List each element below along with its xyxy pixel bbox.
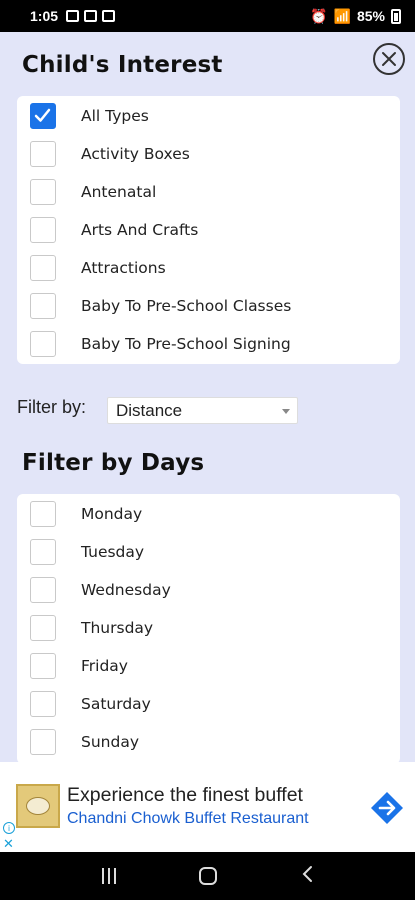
- checkbox[interactable]: [30, 217, 56, 243]
- day-item-thursday[interactable]: Thursday: [17, 609, 400, 647]
- interest-label: Baby To Pre-School Classes: [81, 297, 292, 315]
- interest-item-all-types[interactable]: All Types: [17, 97, 400, 135]
- back-icon[interactable]: [300, 865, 314, 887]
- interest-label: Arts And Crafts: [81, 221, 199, 239]
- wifi-icon: 📶: [333, 7, 351, 24]
- home-icon[interactable]: [198, 867, 217, 885]
- status-right: ⏰ 📶 85%: [310, 8, 401, 25]
- battery-percent: 85%: [356, 8, 385, 24]
- dropdown-caret-icon: [282, 409, 290, 414]
- ad-close-icon[interactable]: ✕: [3, 836, 14, 852]
- battery-icon: [391, 8, 401, 24]
- day-item-friday[interactable]: Friday: [17, 647, 400, 685]
- filter-by-select[interactable]: Distance: [107, 397, 298, 424]
- recent-apps-icon[interactable]: [101, 868, 116, 884]
- day-item-saturday[interactable]: Saturday: [17, 685, 400, 723]
- checkbox[interactable]: [30, 577, 56, 603]
- interest-list: All Types Activity Boxes Antenatal Arts …: [17, 96, 400, 364]
- interest-label: Attractions: [81, 259, 166, 277]
- interest-item-attractions[interactable]: Attractions: [17, 249, 400, 287]
- interest-title: Child's Interest: [22, 52, 223, 78]
- interest-label: Baby To Pre-School Signing: [81, 335, 291, 353]
- checkbox[interactable]: [30, 729, 56, 755]
- checkbox[interactable]: [30, 501, 56, 527]
- checkbox[interactable]: [30, 615, 56, 641]
- alarm-icon: ⏰: [310, 7, 328, 24]
- ad-info-icon[interactable]: i: [3, 822, 15, 834]
- close-button[interactable]: [373, 43, 405, 75]
- checkbox[interactable]: [30, 691, 56, 717]
- interest-item-baby-classes[interactable]: Baby To Pre-School Classes: [17, 287, 400, 325]
- app-notification-icon: [102, 10, 116, 22]
- checkbox[interactable]: [30, 179, 56, 205]
- checkbox-checked[interactable]: [30, 103, 56, 129]
- day-label: Saturday: [81, 695, 151, 713]
- interest-item-antenatal[interactable]: Antenatal: [17, 173, 400, 211]
- checkbox[interactable]: [30, 293, 56, 319]
- interest-item-arts-and-crafts[interactable]: Arts And Crafts: [17, 211, 400, 249]
- filter-by-value: Distance: [116, 400, 183, 420]
- interest-item-baby-signing[interactable]: Baby To Pre-School Signing: [17, 325, 400, 363]
- day-label: Tuesday: [81, 543, 145, 561]
- days-title: Filter by Days: [22, 450, 205, 476]
- day-label: Friday: [81, 657, 128, 675]
- checkbox[interactable]: [30, 331, 56, 357]
- notification-icons: [66, 10, 116, 22]
- filter-by-label: Filter by:: [17, 397, 87, 417]
- checkbox[interactable]: [30, 653, 56, 679]
- filter-panel: Child's Interest All Types Activity Boxe…: [0, 32, 415, 764]
- ad-banner[interactable]: Experience the finest buffet Chandni Cho…: [0, 762, 415, 852]
- checkbox[interactable]: [30, 255, 56, 281]
- restaurant-logo-icon: [26, 797, 50, 815]
- day-item-monday[interactable]: Monday: [17, 495, 400, 533]
- day-item-tuesday[interactable]: Tuesday: [17, 533, 400, 571]
- ad-arrow-icon[interactable]: [369, 790, 405, 826]
- day-item-wednesday[interactable]: Wednesday: [17, 571, 400, 609]
- youtube-icon: [84, 10, 98, 22]
- interest-label: Activity Boxes: [81, 145, 190, 163]
- day-item-sunday[interactable]: Sunday: [17, 723, 400, 761]
- gallery-icon: [66, 10, 80, 22]
- checkbox[interactable]: [30, 539, 56, 565]
- day-label: Monday: [81, 505, 143, 523]
- ad-headline: Experience the finest buffet: [67, 784, 303, 806]
- interest-label: All Types: [81, 107, 149, 125]
- days-list: Monday Tuesday Wednesday Thursday Friday…: [17, 494, 400, 764]
- check-icon: [34, 108, 51, 122]
- interest-item-activity-boxes[interactable]: Activity Boxes: [17, 135, 400, 173]
- interest-label: Antenatal: [81, 183, 157, 201]
- checkbox[interactable]: [30, 141, 56, 167]
- day-label: Wednesday: [81, 581, 171, 599]
- system-nav-bar: [0, 852, 415, 900]
- status-bar: 1:05 ⏰ 📶 85%: [0, 0, 415, 32]
- close-icon: [382, 52, 396, 66]
- ad-logo: [16, 784, 60, 828]
- ad-advertiser[interactable]: Chandni Chowk Buffet Restaurant: [67, 810, 309, 828]
- day-label: Thursday: [81, 619, 154, 637]
- status-time: 1:05: [30, 8, 59, 24]
- day-label: Sunday: [81, 733, 139, 751]
